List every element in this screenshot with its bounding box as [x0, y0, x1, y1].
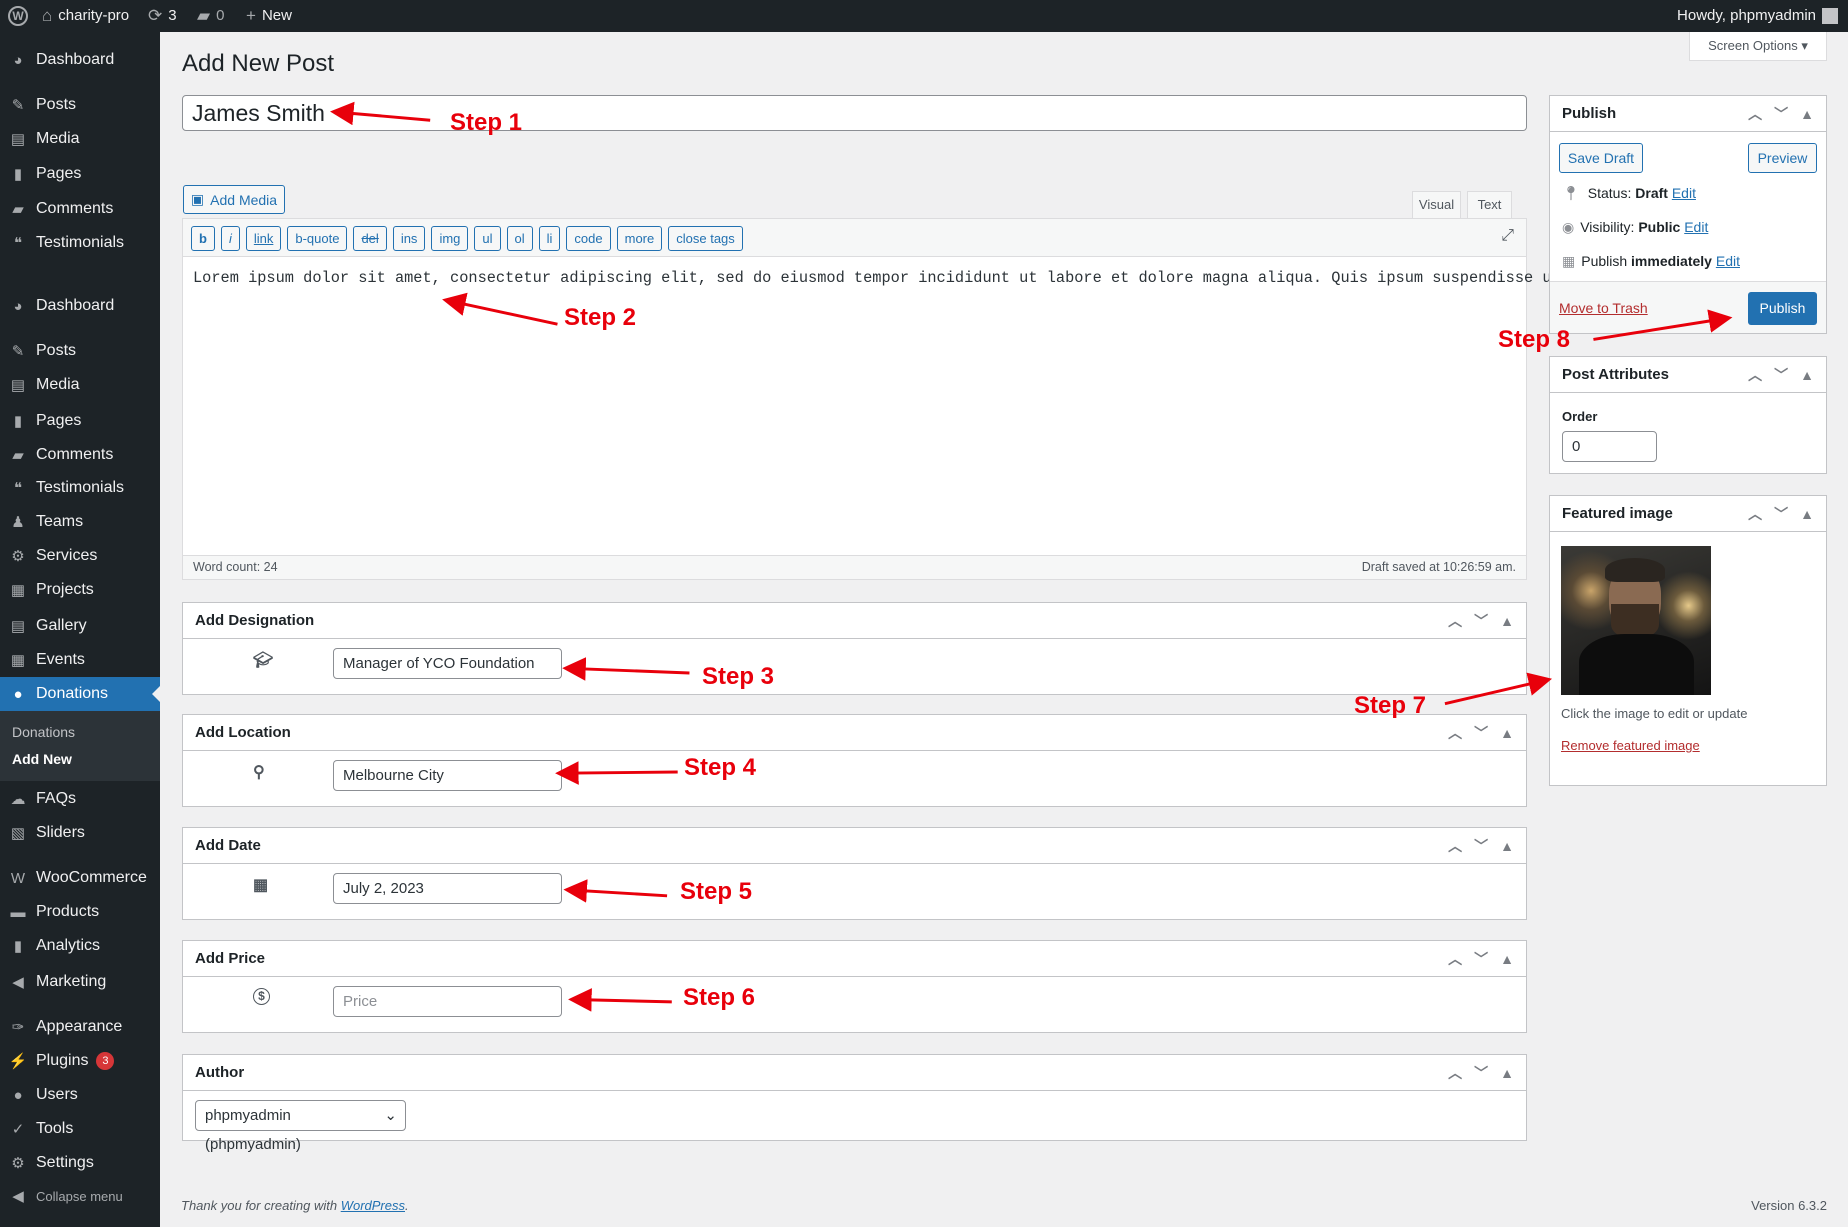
annotation-step-6: Step 6: [683, 984, 756, 1011]
arrow-step-2: [442, 292, 558, 326]
arrow-step-1: [330, 101, 431, 126]
arrow-step-5: [563, 879, 668, 903]
annotation-step-2: Step 2: [564, 304, 637, 331]
annotation-step-4: Step 4: [684, 754, 757, 781]
annotation-step-5: Step 5: [680, 878, 753, 905]
annotation-arrows: [330, 101, 1733, 1012]
arrow-step-3: [562, 657, 690, 681]
annotation-step-8: Step 8: [1498, 326, 1571, 353]
annotation-step-7: Step 7: [1354, 692, 1427, 719]
arrow-step-7: [1444, 672, 1553, 706]
annotation-step-3: Step 3: [702, 663, 775, 690]
arrow-step-6: [568, 988, 672, 1012]
annotation-step-1: Step 1: [450, 109, 523, 136]
arrow-step-8: [1593, 309, 1733, 341]
arrow-step-4: [555, 761, 678, 785]
